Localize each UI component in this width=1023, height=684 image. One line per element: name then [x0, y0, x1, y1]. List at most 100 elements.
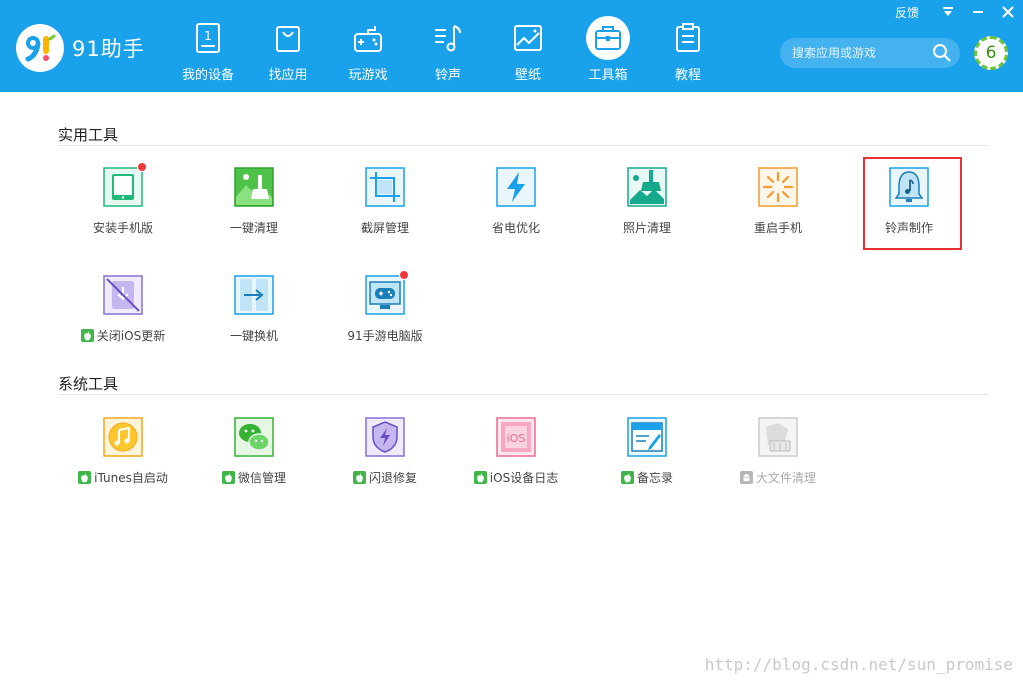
- nav-play-games[interactable]: 玩游戏: [328, 0, 408, 92]
- nav-toolbox[interactable]: 工具箱: [568, 0, 648, 92]
- gamepad-monitor-icon: [365, 270, 409, 315]
- lightning-icon: [496, 167, 536, 207]
- user-level: 6: [985, 43, 997, 63]
- apple-badge-icon: [221, 471, 235, 484]
- disable-update-icon: [103, 275, 143, 315]
- shield-bolt-icon: [365, 417, 405, 457]
- app-logo[interactable]: 91助手: [16, 24, 145, 72]
- crop-icon: [365, 167, 405, 207]
- memo-icon: [627, 417, 667, 457]
- bag-icon: [266, 16, 310, 60]
- tool-install-mobile[interactable]: 安装手机版: [63, 162, 183, 247]
- tool-one-click-clean[interactable]: 一键清理: [194, 167, 314, 247]
- menu-dropdown-button[interactable]: [933, 0, 963, 24]
- tool-wechat-manage[interactable]: 微信管理: [194, 417, 314, 497]
- toolbox-icon: [586, 16, 630, 60]
- apple-badge-icon: [78, 471, 92, 484]
- tool-screenshot-manage[interactable]: 截屏管理: [325, 167, 445, 247]
- search-box[interactable]: [780, 38, 960, 68]
- tool-label: 省电优化: [491, 221, 540, 235]
- tool-label-text: 大文件清理: [755, 471, 816, 485]
- tool-label-wrap: 闪退修复: [352, 469, 417, 486]
- tablet-icon: [103, 162, 147, 207]
- app-name: 91助手: [72, 37, 145, 61]
- section-title-practical: 实用工具: [58, 126, 119, 144]
- device-icon: 1: [186, 16, 230, 60]
- new-indicator-dot: [399, 270, 409, 280]
- tool-itunes-autostart[interactable]: iTunes自启动: [63, 417, 183, 497]
- nav-my-device[interactable]: 1 我的设备: [168, 0, 248, 92]
- close-button[interactable]: [993, 0, 1023, 24]
- nav-ringtones[interactable]: 铃声: [408, 0, 488, 92]
- tool-label: 安装手机版: [92, 221, 153, 235]
- tool-disable-ios-update[interactable]: 关闭iOS更新: [63, 275, 183, 355]
- tool-label: 一键清理: [229, 221, 278, 235]
- wallpaper-icon: [506, 16, 550, 60]
- tool-label: 照片清理: [622, 221, 671, 235]
- itunes-icon: [103, 417, 143, 457]
- feedback-link[interactable]: 反馈: [895, 4, 919, 21]
- broom-image-icon: [234, 167, 274, 207]
- header-bar: 91助手 1 我的设备 找应用 玩游戏 铃声 壁纸 工具箱 教程 反馈 搜索应用…: [0, 0, 1023, 92]
- section-divider: [58, 145, 988, 146]
- highlight-box: [863, 157, 962, 250]
- tool-label-wrap: 微信管理: [221, 469, 286, 486]
- minimize-icon: [973, 11, 983, 13]
- tool-phone-transfer[interactable]: 一键换机: [194, 275, 314, 355]
- phone-transfer-icon: [234, 275, 274, 315]
- tool-ios-device-log[interactable]: iOS iOS设备日志: [456, 417, 576, 497]
- tool-label-text: 关闭iOS更新: [96, 329, 166, 343]
- tool-photo-clean[interactable]: 照片清理: [587, 167, 707, 247]
- nav-label: 玩游戏: [348, 68, 388, 83]
- nav-label: 我的设备: [181, 68, 234, 83]
- section-divider: [58, 394, 988, 395]
- new-indicator-dot: [137, 162, 147, 172]
- apple-badge-icon: [80, 329, 94, 342]
- wechat-icon: [234, 417, 274, 457]
- nav-find-apps[interactable]: 找应用: [248, 0, 328, 92]
- apple-badge-icon: [352, 471, 366, 484]
- watermark-text: http://blog.csdn.net/sun_promise: [704, 655, 1013, 674]
- tool-label-text: iTunes自启动: [94, 471, 168, 485]
- tool-crash-repair[interactable]: 闪退修复: [325, 417, 445, 497]
- tool-large-file-clean[interactable]: 大文件清理: [718, 417, 838, 497]
- tool-power-saving[interactable]: 省电优化: [456, 167, 576, 247]
- tool-label-wrap: 大文件清理: [739, 469, 816, 486]
- clipboard-icon: [666, 16, 710, 60]
- music-note-icon: [426, 16, 470, 60]
- tool-label-wrap: iTunes自启动: [78, 469, 168, 486]
- main-nav: 1 我的设备 找应用 玩游戏 铃声 壁纸 工具箱 教程: [168, 0, 728, 92]
- tool-restart-phone[interactable]: 重启手机: [718, 167, 838, 247]
- tool-label-wrap: 备忘录: [620, 469, 673, 486]
- svg-text:1: 1: [204, 29, 212, 43]
- search-input[interactable]: [792, 44, 922, 62]
- user-level-badge[interactable]: 6: [974, 36, 1008, 70]
- tool-label-text: iOS设备日志: [489, 471, 559, 485]
- photo-clean-icon: [627, 167, 667, 207]
- nav-label: 工具箱: [588, 68, 628, 83]
- svg-text:iOS: iOS: [507, 432, 526, 445]
- file-clean-icon: [758, 417, 798, 457]
- apple-badge-icon: [620, 471, 634, 484]
- tool-label: 截屏管理: [360, 221, 409, 235]
- nav-tutorials[interactable]: 教程: [648, 0, 728, 92]
- nav-label: 壁纸: [514, 68, 541, 83]
- menu-triangle-icon: [943, 7, 953, 16]
- nav-label: 教程: [674, 68, 701, 83]
- tool-label-wrap: 关闭iOS更新: [80, 327, 166, 344]
- tool-label-text: 备忘录: [636, 471, 673, 485]
- close-icon: [1002, 6, 1014, 18]
- tool-91-games-pc[interactable]: 91手游电脑版: [325, 270, 445, 355]
- section-title-system: 系统工具: [58, 375, 119, 393]
- tool-label: 91手游电脑版: [347, 329, 423, 343]
- tool-label-text: 闪退修复: [368, 471, 417, 485]
- apple-badge-icon: [473, 471, 487, 484]
- android-badge-icon: [739, 471, 753, 484]
- tool-label-text: 微信管理: [237, 471, 286, 485]
- gamepad-icon: [346, 16, 390, 60]
- nav-wallpapers[interactable]: 壁纸: [488, 0, 568, 92]
- tool-memo[interactable]: 备忘录: [587, 417, 707, 497]
- minimize-button[interactable]: [963, 0, 993, 24]
- ios-log-icon: iOS: [496, 417, 536, 457]
- search-icon[interactable]: [932, 43, 952, 63]
